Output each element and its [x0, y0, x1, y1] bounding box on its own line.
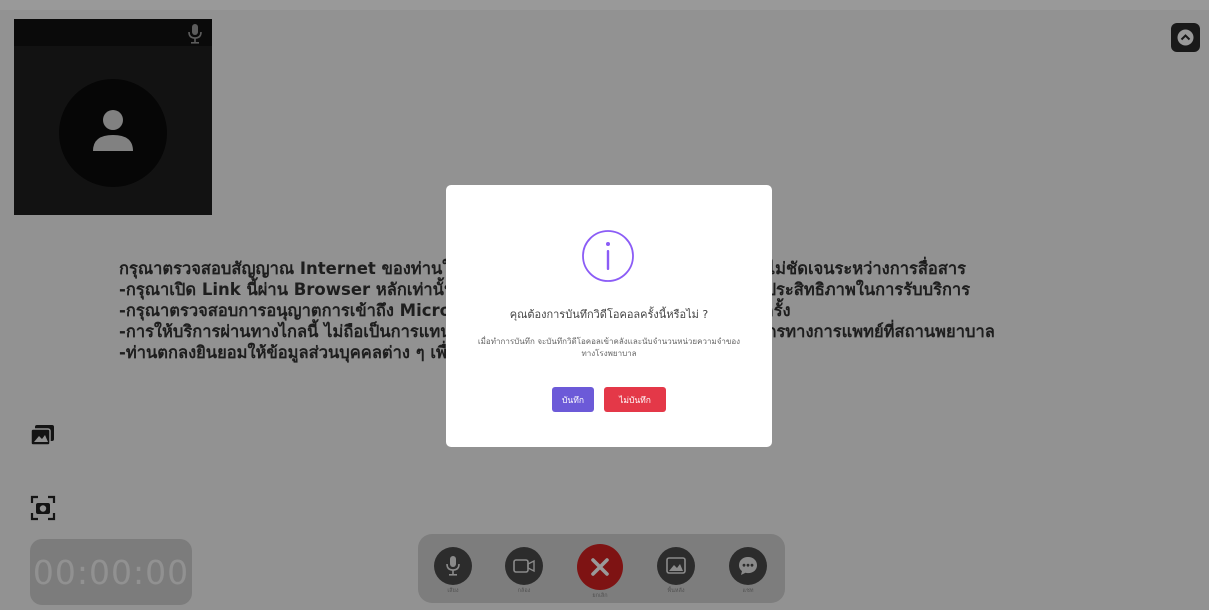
save-button[interactable]: บันทึก — [552, 387, 594, 412]
no-save-button[interactable]: ไม่บันทึก — [604, 387, 666, 412]
dialog-title: คุณต้องการบันทึกวิดีโอคอลครั้งนี้หรือไม่… — [509, 308, 709, 321]
info-icon — [582, 230, 634, 282]
dialog-description: เมื่อทำการบันทึก จะบันทึกวิดีโอคอลเข้าคล… — [477, 337, 741, 358]
record-confirm-dialog: คุณต้องการบันทึกวิดีโอคอลครั้งนี้หรือไม่… — [446, 185, 772, 447]
